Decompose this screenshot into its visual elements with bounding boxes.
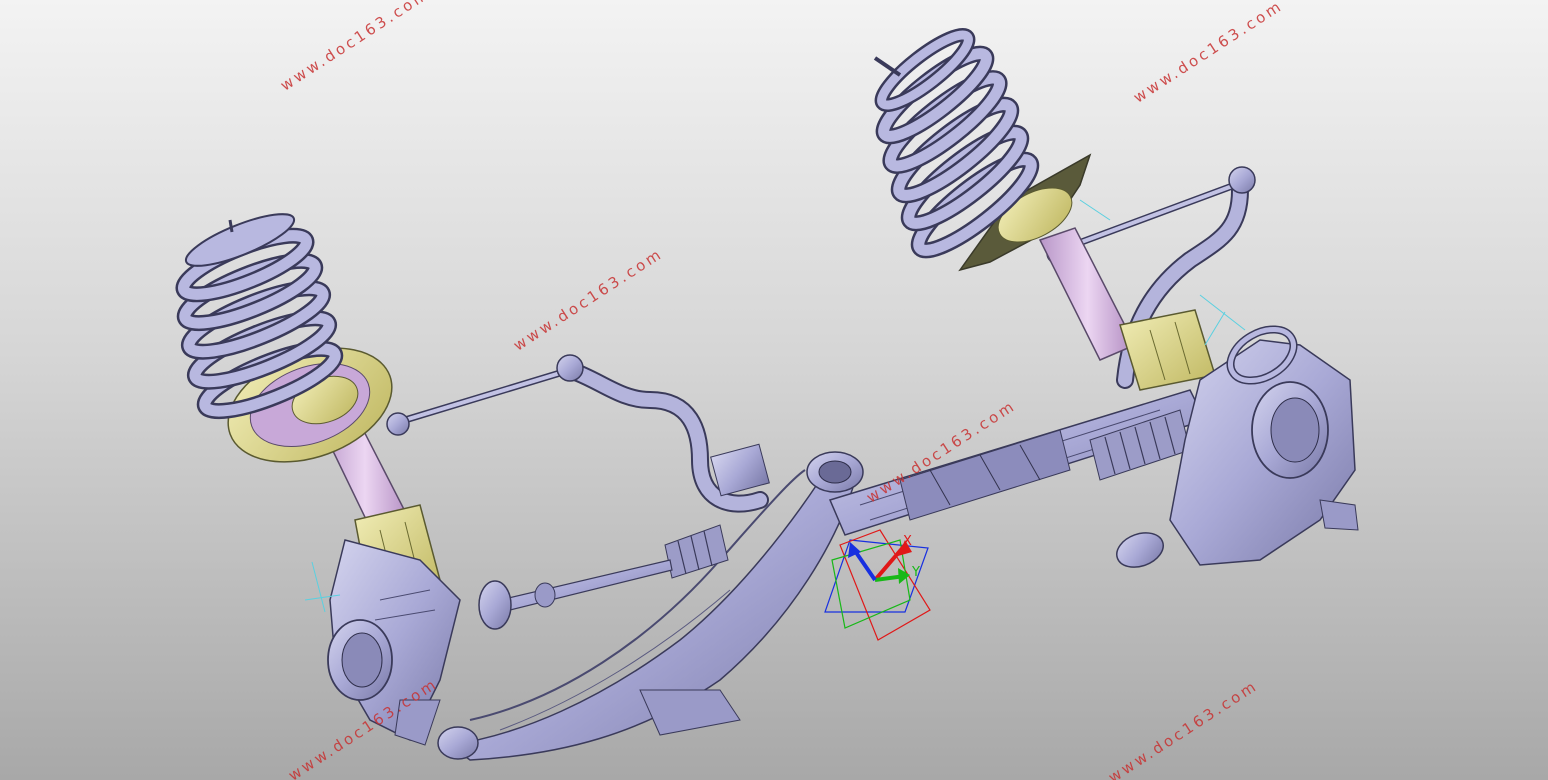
left-stabilizer-link[interactable]: [386, 354, 584, 436]
cad-3d-viewport[interactable]: X Y www.doc163.com www.doc163.com www.do…: [0, 0, 1548, 780]
rack-boot-left: [664, 524, 729, 579]
y-arrow-head: [898, 568, 910, 584]
tie-rod[interactable]: [478, 559, 673, 630]
x-axis-label: X: [903, 534, 912, 549]
y-axis-label: Y: [911, 565, 920, 580]
suspension-assembly-model[interactable]: X Y: [0, 0, 1548, 780]
axis-triad[interactable]: X Y: [824, 529, 931, 641]
